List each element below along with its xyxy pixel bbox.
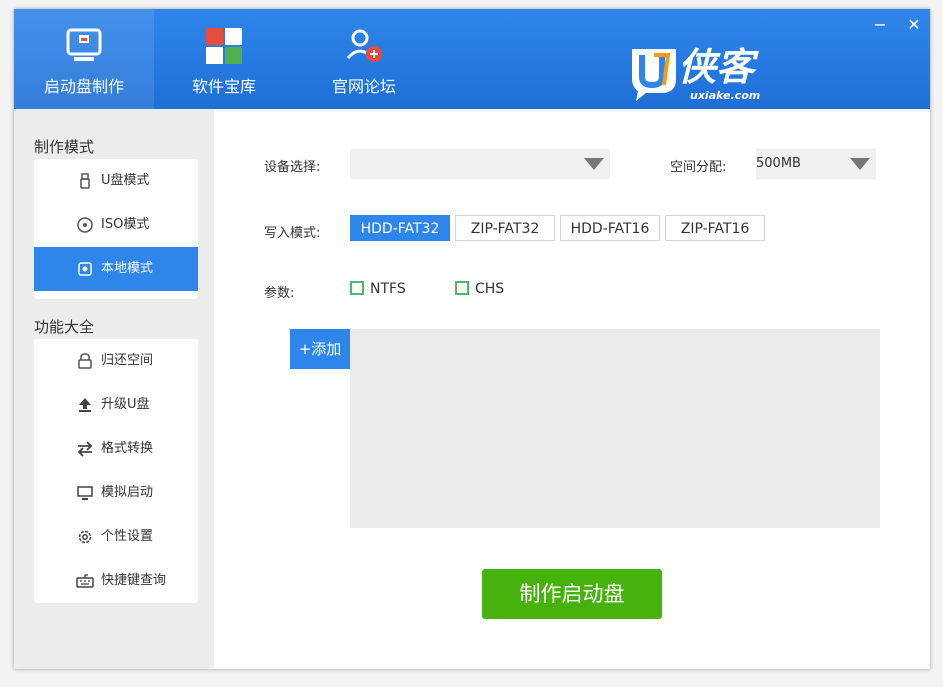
write-mode-hdd-fat16[interactable]: HDD-FAT16 [560, 215, 660, 241]
sidebar-item-iso-mode[interactable]: ISO模式 [34, 203, 198, 247]
sidebar-item-simulate-boot[interactable]: 模拟启动 [34, 471, 198, 515]
sidebar-item-shortcut-query[interactable]: 快捷键查询 [34, 559, 198, 603]
write-mode-zip-fat32[interactable]: ZIP-FAT32 [455, 215, 555, 241]
gear-icon [78, 530, 92, 544]
close-button[interactable]: ✕ [904, 15, 924, 35]
space-alloc-value: 500MB [756, 156, 801, 171]
mode-group: U盘模式 ISO模式 本地模式 [34, 159, 198, 299]
monitor-icon [77, 486, 93, 500]
nav-software[interactable]: 软件宝库 [154, 9, 294, 109]
keyboard-icon [76, 574, 94, 588]
space-alloc-select[interactable]: 500MB [756, 149, 876, 179]
write-mode-zip-fat16[interactable]: ZIP-FAT16 [665, 215, 765, 241]
section-title-modes: 制作模式 [34, 138, 95, 156]
dropdown-arrow-icon [584, 158, 604, 170]
ntfs-checkbox[interactable] [350, 281, 364, 295]
convert-arrows-icon [77, 441, 93, 457]
write-mode-hdd-fat32[interactable]: HDD-FAT32 [350, 215, 450, 241]
windows-grid-icon [206, 28, 242, 64]
sidebar-item-upgrade-usb[interactable]: 升级U盘 [34, 383, 198, 427]
chs-checkbox[interactable] [455, 281, 469, 295]
ntfs-checkbox-label: NTFS [370, 281, 406, 297]
sidebar: 制作模式 U盘模式 ISO模式 本地模式 功能大全 归还空间 升级U盘 格式转换… [14, 109, 214, 669]
add-button[interactable]: +添加 [290, 329, 350, 369]
sidebar-item-label: 本地模式 [101, 261, 154, 276]
sidebar-item-local-mode[interactable]: 本地模式 [34, 247, 198, 291]
monitor-usb-icon [66, 28, 102, 61]
params-label: 参数: [264, 286, 295, 301]
function-group: 归还空间 升级U盘 格式转换 模拟启动 个性设置 快捷键查询 [34, 339, 198, 603]
write-mode-label: 写入模式: [264, 226, 321, 241]
sidebar-item-restore-space[interactable]: 归还空间 [34, 339, 198, 383]
sidebar-item-label: 快捷键查询 [101, 573, 167, 588]
disc-icon [77, 217, 93, 233]
device-select[interactable] [350, 149, 610, 179]
nav-boot-disk-label: 启动盘制作 [43, 77, 124, 96]
local-disk-icon [78, 262, 92, 276]
app-window: 启动盘制作 软件宝库 官网论坛 侠客 uxiake.com − ✕ 制作模式 U… [14, 9, 930, 669]
nav-software-label: 软件宝库 [191, 77, 256, 96]
usb-drive-icon [80, 173, 90, 189]
sidebar-item-personal-settings[interactable]: 个性设置 [34, 515, 198, 559]
nav-forum[interactable]: 官网论坛 [294, 9, 434, 109]
dropdown-arrow-icon [850, 158, 870, 170]
minimize-button[interactable]: − [870, 15, 890, 35]
logo-url-text: uxiake.com [690, 89, 761, 102]
sidebar-item-label: 模拟启动 [101, 485, 154, 500]
upgrade-arrow-icon [79, 398, 91, 412]
sidebar-item-usb-mode[interactable]: U盘模式 [34, 159, 198, 203]
device-select-label: 设备选择: [264, 160, 321, 175]
header-bar: 启动盘制作 软件宝库 官网论坛 侠客 uxiake.com − ✕ [14, 9, 930, 109]
sidebar-item-label: 格式转换 [101, 441, 154, 456]
logo-brand-text: 侠客 [678, 45, 755, 89]
restore-space-icon [78, 353, 92, 369]
chs-checkbox-label: CHS [475, 281, 505, 297]
sidebar-item-label: U盘模式 [101, 173, 150, 188]
space-alloc-label: 空间分配: [670, 160, 727, 175]
make-boot-disk-button[interactable]: 制作启动盘 [482, 569, 662, 619]
sidebar-item-label: ISO模式 [101, 217, 150, 232]
sidebar-item-label: 个性设置 [101, 529, 154, 544]
section-title-functions: 功能大全 [34, 318, 95, 336]
nav-boot-disk[interactable]: 启动盘制作 [14, 9, 154, 109]
forum-users-icon [346, 29, 382, 62]
sidebar-item-label: 归还空间 [101, 353, 154, 368]
sidebar-item-format-convert[interactable]: 格式转换 [34, 427, 198, 471]
file-list-area[interactable] [350, 329, 880, 528]
nav-forum-label: 官网论坛 [331, 77, 396, 96]
sidebar-item-label: 升级U盘 [101, 397, 150, 412]
